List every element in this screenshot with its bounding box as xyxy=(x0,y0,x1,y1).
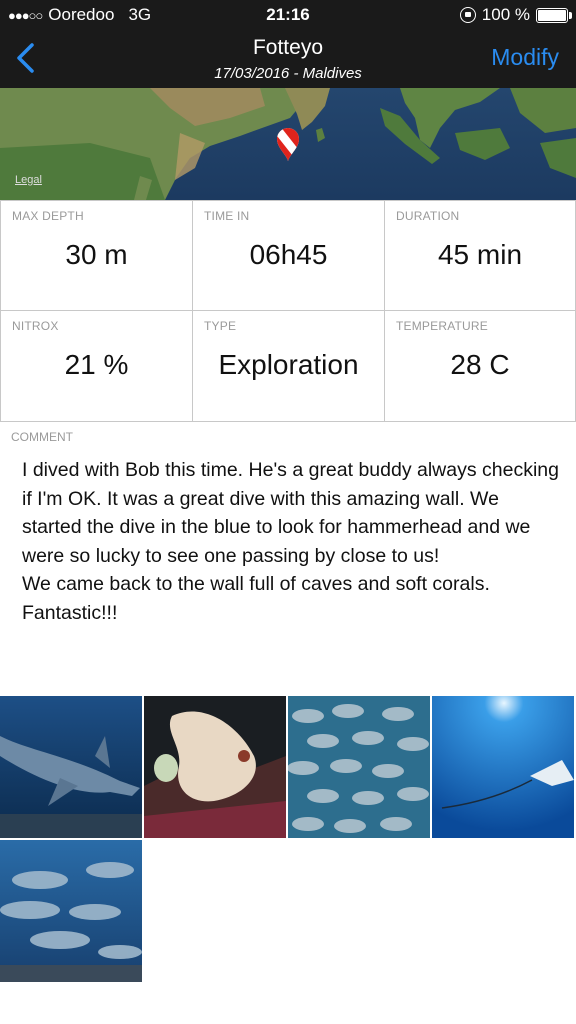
stat-value: 21 % xyxy=(64,349,129,380)
stat-duration: DURATION 45 min xyxy=(384,200,576,311)
dive-photo-hammerhead[interactable] xyxy=(0,696,142,838)
leaf-scorpionfish-image xyxy=(144,696,286,838)
stat-label: TEMPERATURE xyxy=(396,319,488,333)
stat-max-depth: MAX DEPTH 30 m xyxy=(0,200,193,311)
stat-type: TYPE Exploration xyxy=(192,310,385,422)
page-title: Fotteyo xyxy=(252,36,324,59)
rotation-lock-icon xyxy=(459,7,476,23)
stat-value: 45 min xyxy=(437,239,523,270)
dive-flag-pin-icon[interactable] xyxy=(274,126,302,162)
stat-value: 06h45 xyxy=(249,239,328,270)
dive-photo-trevally[interactable] xyxy=(0,840,142,982)
map-view[interactable]: Legal xyxy=(0,88,576,200)
status-right: 100 % xyxy=(459,5,572,25)
stat-value: 28 C xyxy=(450,349,510,380)
map-legal-link[interactable]: Legal xyxy=(15,174,42,186)
fish-school-image xyxy=(288,696,430,838)
battery-icon xyxy=(536,7,572,23)
eagle-ray-image xyxy=(432,696,574,838)
stat-nitrox: NITROX 21 % xyxy=(0,310,193,422)
stat-label: MAX DEPTH xyxy=(12,209,84,223)
dive-photo-eagle-ray[interactable] xyxy=(432,696,574,838)
stat-value: Exploration xyxy=(218,349,359,380)
stat-label: DURATION xyxy=(396,209,460,223)
trevally-school-image xyxy=(0,840,142,982)
stat-value: 30 m xyxy=(65,239,128,270)
stat-label: TYPE xyxy=(204,319,237,333)
hammerhead-shark-image xyxy=(0,696,142,838)
navigation-bar: Fotteyo 17/03/2016 - Maldives Modify xyxy=(0,30,576,88)
page-subtitle: 17/03/2016 - Maldives xyxy=(214,65,362,82)
stat-label: NITROX xyxy=(12,319,59,333)
dive-photo-scorpionfish[interactable] xyxy=(144,696,286,838)
battery-percent: 100 % xyxy=(481,5,530,24)
stat-temperature: TEMPERATURE 28 C xyxy=(384,310,576,422)
modify-button[interactable]: Modify xyxy=(491,44,559,71)
status-bar: ●●●○○ Ooredoo 3G 21:16 100 % xyxy=(0,0,576,30)
stat-time-in: TIME IN 06h45 xyxy=(192,200,385,311)
stat-label: TIME IN xyxy=(204,209,250,223)
dive-photo-fish-school[interactable] xyxy=(288,696,430,838)
comment-text: I dived with Bob this time. He's a great… xyxy=(22,459,559,624)
comment-label: COMMENT xyxy=(11,430,73,444)
